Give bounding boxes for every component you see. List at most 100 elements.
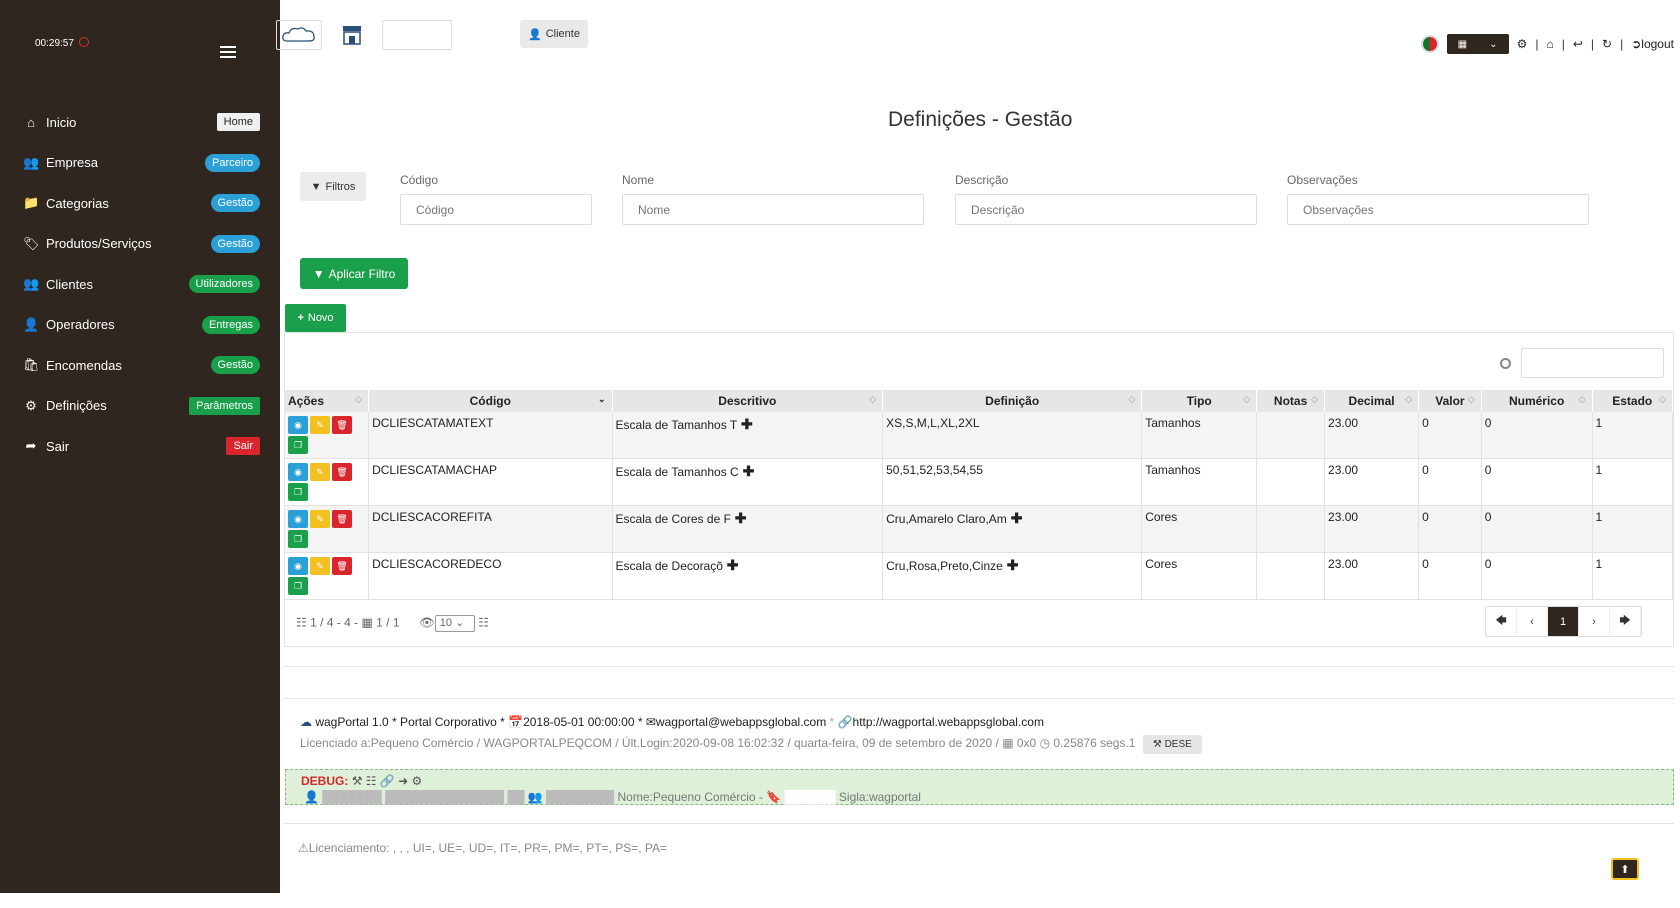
filter-codigo-input[interactable] [400, 194, 592, 225]
hamburger-menu-icon[interactable] [220, 46, 236, 61]
column-header[interactable]: Numérico ◇ [1481, 390, 1593, 412]
cell-notas [1256, 552, 1326, 600]
cell-tipo-text: Tamanhos [1145, 463, 1201, 477]
cell-numerico-text: 0 [1484, 416, 1492, 430]
new-button[interactable]: + Novo [285, 304, 346, 332]
sidebar-item-label: Empresa [46, 155, 99, 170]
debug-tools-icons: ⚒ ☷ 🔗 ➜ ⚙ [351, 774, 423, 788]
view-eye-icon[interactable]: ◉ [288, 557, 308, 575]
cell-decimal: 23.00 [1324, 505, 1420, 553]
sidebar-item-categorias[interactable]: 📁 Categorias Gestão [0, 183, 280, 223]
cell-notas [1256, 505, 1326, 553]
column-header-label: Descritivo [718, 394, 777, 408]
footer-url[interactable]: http://wagportal.webappsglobal.com [853, 715, 1044, 729]
expand-plus-icon[interactable]: ✚ [731, 510, 747, 526]
sidebar-item-label: Produtos/Serviços [46, 236, 152, 251]
sidebar-item-encomendas[interactable]: 🛍 Encomendas Gestão [0, 345, 280, 385]
filter-nome-input[interactable] [622, 194, 924, 225]
column-header[interactable]: Valor ◇ [1418, 390, 1482, 412]
cell-estado: 1 [1592, 412, 1673, 459]
last-page-button[interactable]: 🡆 [1610, 607, 1641, 636]
column-header[interactable]: Tipo ◇ [1141, 390, 1258, 412]
signout-icon: ➦ [25, 438, 37, 453]
delete-trash-icon[interactable]: 🗑 [332, 557, 352, 575]
column-header[interactable]: Código ⌄ [368, 390, 613, 412]
portugal-flag-icon[interactable] [1420, 35, 1439, 53]
delete-trash-icon[interactable]: 🗑 [332, 510, 352, 528]
plus-icon: + [297, 312, 304, 324]
delete-trash-icon[interactable]: 🗑 [332, 463, 352, 481]
column-header[interactable]: Descritivo ◇ [612, 390, 884, 412]
row-actions: ◉ ✎ 🗑 ❐ [285, 458, 370, 506]
footer-timing: 0.25876 segs.1 [1053, 736, 1136, 750]
expand-plus-icon[interactable]: ✚ [1003, 557, 1019, 573]
sort-icon: ◇ [1467, 394, 1475, 404]
undo-icon[interactable]: ↩ [1573, 37, 1583, 51]
sidebar-item-sair[interactable]: ➦ Sair Sair [0, 426, 280, 466]
dese-button[interactable]: ⚒ DESE [1142, 735, 1202, 754]
sidebar-item-operadores[interactable]: 👤 Operadores Entregas [0, 305, 280, 345]
settings-cogs-icon[interactable]: ⚙ [1517, 37, 1528, 51]
cell-tipo-text: Tamanhos [1145, 416, 1201, 430]
cell-valor: 0 [1418, 552, 1482, 600]
copy-icon[interactable]: ❐ [288, 436, 308, 454]
sidebar-item-label: Clientes [46, 276, 93, 292]
sidebar-item-inicio[interactable]: ⌂ Inicio Home [0, 102, 280, 142]
sidebar-item-empresa[interactable]: 👥 Empresa Parceiro [0, 143, 280, 183]
footer-email[interactable]: wagportal@webappsglobal.com [656, 715, 826, 729]
grid-icon: ▦ [1457, 38, 1468, 50]
page-size-value: 10 [439, 617, 453, 629]
view-eye-icon[interactable]: ◉ [288, 416, 308, 434]
cell-decimal: 23.00 [1324, 412, 1420, 459]
column-header[interactable]: Decimal ◇ [1324, 390, 1420, 412]
expand-plus-icon[interactable]: ✚ [737, 416, 753, 432]
apply-filter-button[interactable]: ▼ Aplicar Filtro [300, 258, 408, 289]
book-icon: ▦ [361, 615, 373, 630]
copy-icon[interactable]: ❐ [288, 483, 308, 501]
table-search-input[interactable] [1521, 348, 1664, 378]
page-size-select[interactable]: 10 ⌄ [434, 615, 475, 632]
cliente-button[interactable]: 👤 Cliente [520, 20, 588, 48]
delete-trash-icon[interactable]: 🗑 [332, 416, 352, 434]
copy-icon[interactable]: ❐ [288, 577, 308, 595]
sidebar-item-produtos-servi-os[interactable]: 🏷 Produtos/Serviços Gestão [0, 224, 280, 264]
expand-plus-icon[interactable]: ✚ [1007, 510, 1023, 526]
signout-icon: ➲ [1631, 37, 1642, 51]
eye-icon: 👁 [419, 615, 435, 630]
filter-descricao-input[interactable] [955, 194, 1257, 225]
filter-observacoes-input[interactable] [1287, 194, 1589, 225]
cell-numerico: 0 [1481, 505, 1593, 553]
column-header[interactable]: Definição ◇ [882, 390, 1143, 412]
edit-icon[interactable]: ✎ [310, 557, 330, 575]
view-eye-icon[interactable]: ◉ [288, 463, 308, 481]
filters-toggle-button[interactable]: ▼ Filtros [300, 172, 366, 201]
expand-plus-icon[interactable]: ✚ [723, 557, 739, 573]
expand-plus-icon[interactable]: ✚ [739, 463, 755, 479]
edit-icon[interactable]: ✎ [310, 463, 330, 481]
sidebar-item-defini-es[interactable]: ⚙ Definições Parâmetros [0, 386, 280, 426]
column-header[interactable]: Notas ◇ [1256, 390, 1326, 412]
scroll-top-button[interactable]: ⬆ [1611, 858, 1639, 880]
next-page-button[interactable]: › [1579, 607, 1610, 636]
sidebar-item-clientes[interactable]: 👥 Clientes Utilizadores [0, 264, 280, 304]
home-icon[interactable]: ⌂ [1546, 37, 1553, 51]
refresh-icon[interactable]: ↻ [1602, 37, 1612, 51]
column-header[interactable]: Estado ◇ [1592, 390, 1673, 412]
copy-icon[interactable]: ❐ [288, 530, 308, 548]
column-header-label: Tipo [1186, 394, 1212, 408]
cell-estado-text: 1 [1595, 463, 1603, 477]
webapps-logo[interactable] [276, 20, 322, 50]
edit-icon[interactable]: ✎ [310, 510, 330, 528]
apps-dropdown[interactable]: ▦ ⌄ [1446, 34, 1509, 54]
sort-icon: ◇ [869, 394, 877, 404]
first-page-button[interactable]: 🡄 [1486, 607, 1517, 636]
view-eye-icon[interactable]: ◉ [288, 510, 308, 528]
cell-estado: 1 [1592, 458, 1673, 506]
current-page-button[interactable]: 1 [1548, 607, 1579, 636]
store-icon[interactable] [338, 20, 366, 50]
edit-icon[interactable]: ✎ [310, 416, 330, 434]
column-header[interactable]: Ações ◇ [285, 390, 370, 412]
logout-link[interactable]: ➲logout [1631, 37, 1674, 51]
prev-page-button[interactable]: ‹ [1517, 607, 1548, 636]
sort-icon: ◇ [1128, 394, 1136, 404]
